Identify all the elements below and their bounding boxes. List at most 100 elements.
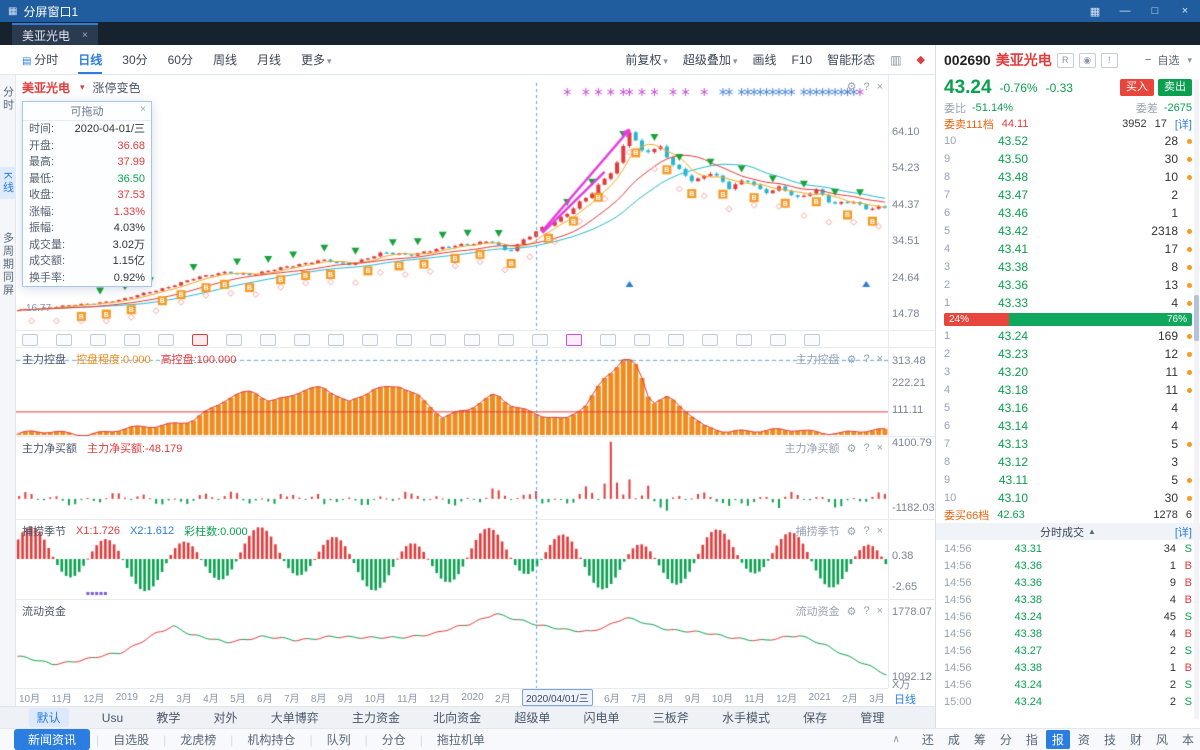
right-tab-分[interactable]: 分: [994, 730, 1018, 749]
indicator-chip[interactable]: [498, 334, 514, 346]
indicator-chip[interactable]: [56, 334, 72, 346]
quote-scrollbar-track[interactable]: [1194, 79, 1199, 719]
toolbar-item-周线[interactable]: 周线: [213, 45, 237, 74]
help-icon[interactable]: ?: [863, 353, 869, 365]
bid-row[interactable]: 743.135: [936, 435, 1200, 453]
toolbar-item-画线[interactable]: 画线: [752, 45, 776, 74]
settings-icon[interactable]: ⚙: [847, 605, 857, 618]
indicator-chip[interactable]: [668, 334, 684, 346]
bid-row[interactable]: 243.2312: [936, 345, 1200, 363]
ask-row[interactable]: 1043.5228: [936, 132, 1200, 150]
tick-row[interactable]: 14:5643.369B: [936, 574, 1200, 591]
close-pane-icon[interactable]: ×: [877, 81, 883, 93]
maximize-icon[interactable]: □: [1148, 5, 1162, 18]
help-icon[interactable]: ?: [863, 525, 869, 537]
limit-color-toggle[interactable]: 涨停变色: [93, 79, 141, 96]
settings-icon[interactable]: ⚙: [847, 442, 857, 455]
right-tab-指[interactable]: 指: [1020, 730, 1044, 749]
indicator-chip[interactable]: [430, 334, 446, 346]
sell-button[interactable]: 卖出: [1158, 79, 1192, 96]
right-tab-报[interactable]: 报: [1046, 730, 1070, 749]
bid-row[interactable]: 1043.1030: [936, 489, 1200, 507]
strategy-tab-主力资金[interactable]: 主力资金: [352, 709, 400, 726]
right-tab-本[interactable]: 本: [1176, 730, 1200, 749]
quote-scrollbar-thumb[interactable]: [1194, 295, 1199, 341]
tab-close-icon[interactable]: ×: [82, 30, 88, 41]
strategy-tab-保存[interactable]: 保存: [803, 709, 827, 726]
bottom-nav-机构持仓[interactable]: 机构持仓: [233, 731, 309, 748]
toolbar-item-60分[interactable]: 60分: [168, 45, 193, 74]
strategy-tab-水手模式[interactable]: 水手模式: [722, 709, 770, 726]
bottom-nav-分仓[interactable]: 分仓: [368, 731, 420, 748]
bottom-nav-新闻资讯[interactable]: 新闻资讯: [14, 729, 90, 750]
kline-tooltip[interactable]: 可拖动 × 时间:2020-04-01/三开盘:36.68最高:37.99最低:…: [22, 101, 152, 287]
chart-symbol-label[interactable]: 美亚光电: [22, 79, 70, 96]
indicator-chip[interactable]: [260, 334, 276, 346]
toolbar-item-30分[interactable]: 30分: [122, 45, 147, 74]
watchlist-selector[interactable]: 自选: [1157, 52, 1179, 68]
indicator-chip[interactable]: [158, 334, 174, 346]
bid-row[interactable]: 143.24169: [936, 327, 1200, 345]
indicator-chip[interactable]: [600, 334, 616, 346]
indicator-chip[interactable]: [124, 334, 140, 346]
tick-row[interactable]: 15:0043.242S: [936, 693, 1200, 710]
bid-row[interactable]: 543.164: [936, 399, 1200, 417]
ask-row[interactable]: 643.461: [936, 204, 1200, 222]
indicator-chip[interactable]: [634, 334, 650, 346]
ask-row[interactable]: 143.334: [936, 294, 1200, 312]
minimize-panel-icon[interactable]: −: [1145, 54, 1151, 66]
bid-row[interactable]: 643.144: [936, 417, 1200, 435]
camera-icon[interactable]: ◉: [1079, 53, 1096, 68]
layout-icon[interactable]: ▥: [890, 53, 901, 67]
close-icon[interactable]: ×: [1178, 5, 1192, 18]
toolbar-item-超级叠加[interactable]: 超级叠加▾: [683, 45, 738, 74]
close-pane-icon[interactable]: ×: [877, 605, 883, 617]
settings-icon[interactable]: ⚙: [847, 525, 857, 538]
strategy-tab-闪电单[interactable]: 闪电单: [584, 709, 620, 726]
detail-link[interactable]: [详]: [1175, 116, 1192, 132]
indicator-chip[interactable]: [362, 334, 378, 346]
left-strip-item-多周期同屏[interactable]: 多周期同屏: [0, 227, 17, 302]
tick-row[interactable]: 14:5643.384B: [936, 591, 1200, 608]
strategy-tab-管理[interactable]: 管理: [860, 709, 884, 726]
minimize-icon[interactable]: —: [1118, 5, 1132, 18]
right-tab-还[interactable]: 还: [916, 730, 940, 749]
help-icon[interactable]: ?: [863, 442, 869, 454]
close-pane-icon[interactable]: ×: [877, 525, 883, 537]
indicator-chip[interactable]: [294, 334, 310, 346]
strategy-tab-对外[interactable]: 对外: [214, 709, 238, 726]
settings-icon[interactable]: ⚙: [847, 80, 857, 93]
tooltip-close-icon[interactable]: ×: [140, 104, 146, 115]
strategy-tab-三板斧[interactable]: 三板斧: [653, 709, 689, 726]
right-tab-成[interactable]: 成: [942, 730, 966, 749]
bid-row[interactable]: 943.115: [936, 471, 1200, 489]
strategy-tab-大单博弈[interactable]: 大单博弈: [271, 709, 319, 726]
bid-row[interactable]: 343.2011: [936, 363, 1200, 381]
tick-row[interactable]: 14:5643.381B: [936, 659, 1200, 676]
right-tab-筹[interactable]: 筹: [968, 730, 992, 749]
stamp-icon[interactable]: ◆: [917, 53, 925, 66]
bid-row[interactable]: 443.1811: [936, 381, 1200, 399]
strategy-tab-超级单[interactable]: 超级单: [514, 709, 550, 726]
right-tab-财[interactable]: 财: [1124, 730, 1148, 749]
indicator-chip[interactable]: [22, 334, 38, 346]
toolbar-item-更多[interactable]: 更多▾: [301, 45, 332, 74]
tick-row[interactable]: 14:5643.384B: [936, 625, 1200, 642]
bid-row[interactable]: 843.123: [936, 453, 1200, 471]
ask-row[interactable]: 843.4810: [936, 168, 1200, 186]
tick-row[interactable]: 14:5643.272S: [936, 642, 1200, 659]
ask-row[interactable]: 543.422318: [936, 222, 1200, 240]
ask-row[interactable]: 943.5030: [936, 150, 1200, 168]
ticks-detail-link[interactable]: [详]: [1175, 524, 1192, 540]
tab-stock[interactable]: 美亚光电 ×: [12, 23, 98, 45]
indicator-chip[interactable]: [804, 334, 820, 346]
bottom-nav-拖拉机单[interactable]: 拖拉机单: [423, 731, 499, 748]
indicator-chip[interactable]: [532, 334, 548, 346]
right-tab-技[interactable]: 技: [1098, 730, 1122, 749]
bottom-nav-龙虎榜[interactable]: 龙虎榜: [166, 731, 230, 748]
indicator-chip[interactable]: [396, 334, 412, 346]
ask-row[interactable]: 743.472: [936, 186, 1200, 204]
bottom-nav-自选股[interactable]: 自选股: [99, 731, 163, 748]
right-tab-风[interactable]: 风: [1150, 730, 1174, 749]
ask-row[interactable]: 343.388: [936, 258, 1200, 276]
